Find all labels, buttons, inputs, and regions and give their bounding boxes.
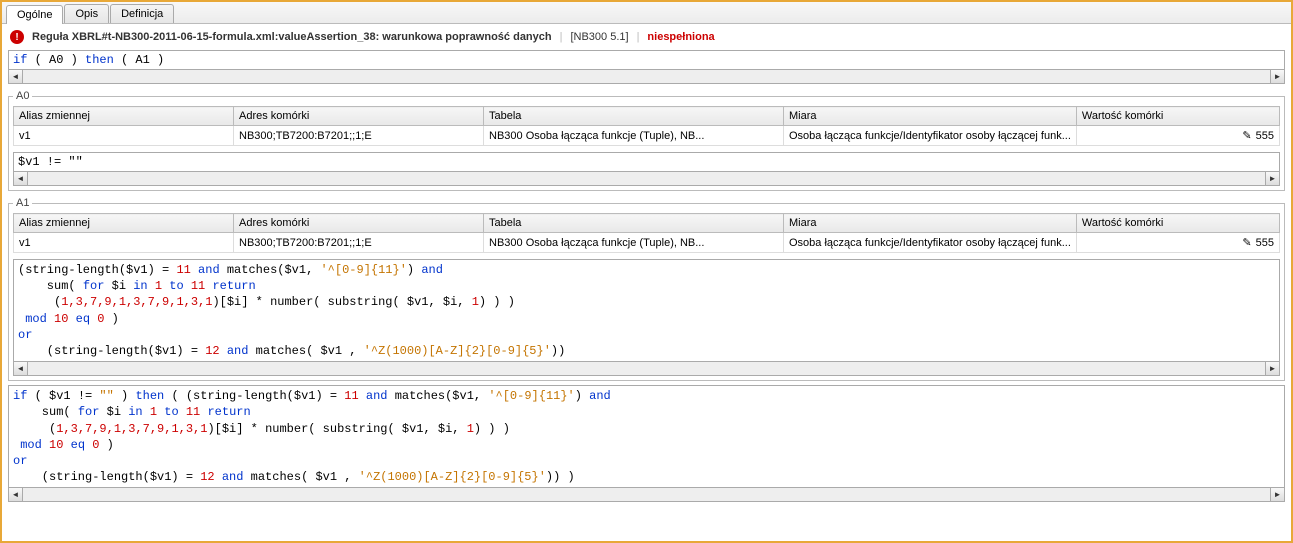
top-expression-block: if ( A0 ) then ( A1 ) ◄ ► — [8, 50, 1285, 84]
cell-alias: v1 — [14, 233, 234, 253]
scroll-left-icon[interactable]: ◄ — [9, 70, 23, 83]
group-legend: A0 — [13, 90, 32, 102]
error-icon: ! — [10, 30, 24, 44]
group-a0: A0 Alias zmiennej Adres komórki Tabela M… — [8, 90, 1285, 191]
a0-expression[interactable]: $v1 != "" — [13, 152, 1280, 172]
cell-addr: NB300;TB7200:B7201;;1;E — [234, 233, 484, 253]
cell-tabela: NB300 Osoba łącząca funkcje (Tuple), NB.… — [484, 233, 784, 253]
col-wartosc[interactable]: Wartość komórki — [1076, 107, 1279, 126]
col-adres[interactable]: Adres komórki — [234, 107, 484, 126]
scroll-right-icon[interactable]: ► — [1270, 70, 1284, 83]
col-wartosc[interactable]: Wartość komórki — [1076, 214, 1279, 233]
table-row[interactable]: v1 NB300;TB7200:B7201;;1;E NB300 Osoba ł… — [14, 233, 1280, 253]
scroll-left-icon[interactable]: ◄ — [14, 362, 28, 375]
cell-tabela: NB300 Osoba łącząca funkcje (Tuple), NB.… — [484, 126, 784, 146]
bottom-expression[interactable]: if ( $v1 != "" ) then ( (string-length($… — [8, 385, 1285, 488]
scroll-left-icon[interactable]: ◄ — [9, 488, 23, 501]
cell-wartosc: ✎555 — [1076, 126, 1279, 146]
group-legend: A1 — [13, 197, 32, 209]
a1-table: Alias zmiennej Adres komórki Tabela Miar… — [13, 213, 1280, 253]
tab-ogolne[interactable]: Ogólne — [6, 5, 63, 24]
status-badge: niespełniona — [647, 31, 714, 43]
scroll-track[interactable] — [23, 70, 1270, 83]
col-miara[interactable]: Miara — [784, 214, 1077, 233]
scroll-track[interactable] — [28, 172, 1265, 185]
scrollbar-horizontal[interactable]: ◄ ► — [13, 362, 1280, 376]
scrollbar-horizontal[interactable]: ◄ ► — [8, 70, 1285, 84]
col-alias[interactable]: Alias zmiennej — [14, 214, 234, 233]
rule-header: ! Reguła XBRL#t-NB300-2011-06-15-formula… — [2, 24, 1291, 50]
col-adres[interactable]: Adres komórki — [234, 214, 484, 233]
scrollbar-horizontal[interactable]: ◄ ► — [8, 488, 1285, 502]
pencil-icon[interactable]: ✎ — [1242, 236, 1251, 249]
pencil-icon[interactable]: ✎ — [1242, 129, 1251, 142]
cell-addr: NB300;TB7200:B7201;;1;E — [234, 126, 484, 146]
tab-definicja[interactable]: Definicja — [110, 4, 174, 23]
a1-expression[interactable]: (string-length($v1) = 11 and matches($v1… — [13, 259, 1280, 362]
scroll-right-icon[interactable]: ► — [1270, 488, 1284, 501]
scroll-track[interactable] — [23, 488, 1270, 501]
table-row[interactable]: v1 NB300;TB7200:B7201;;1;E NB300 Osoba ł… — [14, 126, 1280, 146]
col-tabela[interactable]: Tabela — [484, 214, 784, 233]
content-area: if ( A0 ) then ( A1 ) ◄ ► A0 Alias zmien… — [2, 50, 1291, 541]
tab-opis[interactable]: Opis — [64, 4, 109, 23]
top-expression[interactable]: if ( A0 ) then ( A1 ) — [8, 50, 1285, 70]
col-alias[interactable]: Alias zmiennej — [14, 107, 234, 126]
tab-strip: Ogólne Opis Definicja — [2, 2, 1291, 24]
scroll-right-icon[interactable]: ► — [1265, 172, 1279, 185]
group-a1: A1 Alias zmiennej Adres komórki Tabela M… — [8, 197, 1285, 381]
separator: | — [560, 31, 563, 43]
a0-table: Alias zmiennej Adres komórki Tabela Miar… — [13, 106, 1280, 146]
col-tabela[interactable]: Tabela — [484, 107, 784, 126]
bottom-expression-block: if ( $v1 != "" ) then ( (string-length($… — [8, 385, 1285, 502]
cell-miara: Osoba łącząca funkcje/Identyfikator osob… — [784, 126, 1077, 146]
col-miara[interactable]: Miara — [784, 107, 1077, 126]
scroll-left-icon[interactable]: ◄ — [14, 172, 28, 185]
scrollbar-horizontal[interactable]: ◄ ► — [13, 172, 1280, 186]
cell-wartosc: ✎555 — [1076, 233, 1279, 253]
separator: | — [637, 31, 640, 43]
rule-title: Reguła XBRL#t-NB300-2011-06-15-formula.x… — [32, 31, 552, 43]
scroll-right-icon[interactable]: ► — [1265, 362, 1279, 375]
cell-miara: Osoba łącząca funkcje/Identyfikator osob… — [784, 233, 1077, 253]
cell-alias: v1 — [14, 126, 234, 146]
scroll-track[interactable] — [28, 362, 1265, 375]
rule-window: Ogólne Opis Definicja ! Reguła XBRL#t-NB… — [0, 0, 1293, 543]
rule-code: [NB300 5.1] — [570, 31, 628, 43]
